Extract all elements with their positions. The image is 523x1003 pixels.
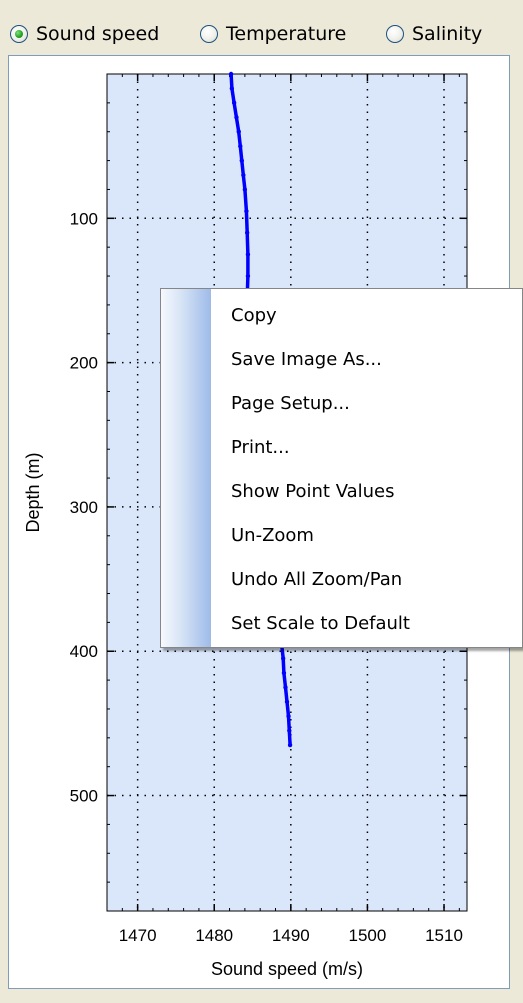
- menu-item-label: Undo All Zoom/Pan: [231, 568, 403, 590]
- menu-item-label: Page Setup...: [231, 392, 350, 414]
- context-menu-gutter: [161, 289, 211, 647]
- y-tick-label: 400: [70, 642, 98, 661]
- x-tick-label: 1480: [195, 926, 233, 945]
- data-point: [229, 86, 235, 91]
- data-point: [284, 699, 290, 704]
- x-tick-label: 1490: [272, 926, 310, 945]
- menu-item-label: Show Point Values: [231, 480, 395, 502]
- data-point: [242, 187, 248, 192]
- data-point: [238, 143, 243, 149]
- y-tick-label: 300: [70, 498, 98, 517]
- menu-item-label: Set Scale to Default: [231, 612, 410, 634]
- sound-speed-radio[interactable]: Sound speed: [10, 20, 159, 48]
- menu-item-undo-all-zoom-pan[interactable]: Undo All Zoom/Pan: [211, 559, 521, 599]
- data-point: [231, 100, 237, 106]
- sound-speed-radio-label: Sound speed: [36, 23, 160, 45]
- menu-item-label: Save Image As...: [231, 348, 382, 370]
- data-point: [236, 129, 241, 134]
- data-point: [245, 252, 251, 257]
- menu-item-label: Un-Zoom: [231, 524, 314, 546]
- temperature-radio[interactable]: Temperature: [200, 20, 346, 48]
- data-point: [244, 230, 250, 235]
- menu-item-copy[interactable]: Copy: [211, 295, 521, 335]
- data-point: [228, 71, 234, 77]
- menu-item-show-point-values[interactable]: Show Point Values: [211, 471, 521, 511]
- data-point: [241, 172, 246, 178]
- data-point: [283, 685, 288, 690]
- chart-mode-radio-group: Sound speed Temperature Salinity: [0, 0, 523, 60]
- data-point: [234, 115, 239, 120]
- x-tick-label: 1510: [425, 926, 463, 945]
- menu-item-label: Copy: [231, 304, 277, 326]
- data-point: [287, 728, 292, 733]
- menu-item-print[interactable]: Print...: [211, 427, 521, 467]
- data-point: [239, 158, 245, 163]
- menu-item-set-scale-to-default[interactable]: Set Scale to Default: [211, 603, 521, 643]
- data-point: [286, 713, 291, 719]
- data-point: [287, 742, 293, 748]
- y-tick-label: 200: [70, 354, 98, 373]
- menu-item-page-setup[interactable]: Page Setup...: [211, 383, 521, 423]
- y-axis-title: Depth (m): [23, 452, 43, 532]
- x-axis-title: Sound speed (m/s): [211, 959, 363, 979]
- data-point: [281, 670, 287, 676]
- data-point: [280, 656, 286, 661]
- menu-item-un-zoom[interactable]: Un-Zoom: [211, 515, 521, 555]
- menu-item-label: Print...: [231, 436, 290, 458]
- temperature-radio-label: Temperature: [226, 23, 347, 45]
- x-tick-label: 1500: [349, 926, 387, 945]
- context-menu[interactable]: Copy Save Image As... Page Setup... Prin…: [160, 288, 523, 648]
- data-point: [244, 208, 249, 214]
- y-tick-label: 100: [70, 209, 98, 228]
- radio-selected-icon: [10, 25, 28, 43]
- data-point: [245, 273, 251, 279]
- menu-item-save-image-as[interactable]: Save Image As...: [211, 339, 521, 379]
- salinity-radio-label: Salinity: [412, 23, 483, 45]
- radio-unselected-icon: [200, 25, 218, 43]
- radio-unselected-icon: [386, 25, 404, 43]
- y-tick-label: 500: [70, 787, 98, 806]
- x-tick-label: 1470: [119, 926, 157, 945]
- salinity-radio[interactable]: Salinity: [386, 20, 482, 48]
